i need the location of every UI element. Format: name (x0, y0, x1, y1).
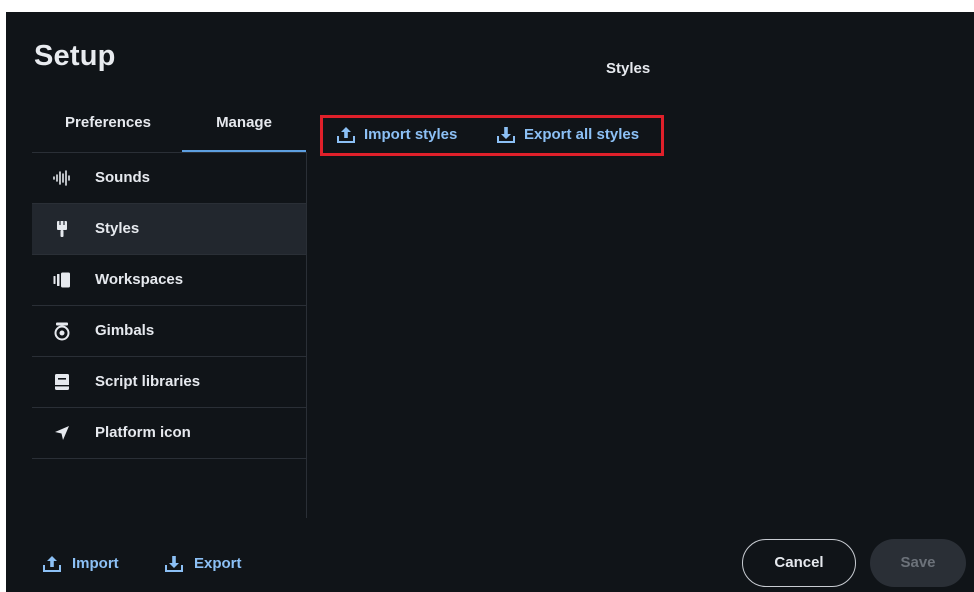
brush-icon (57, 221, 67, 237)
book-icon (55, 374, 69, 390)
sidebar-item-label: Platform icon (95, 424, 191, 441)
setup-dialog: Setup Styles Preferences Manage Sounds S… (6, 12, 974, 592)
sidebar: Sounds Styles Workspaces Gimbals Script … (32, 152, 307, 518)
import-styles-label: Import styles (364, 126, 458, 143)
sidebar-item-workspaces[interactable]: Workspaces (32, 255, 306, 306)
tab-manage[interactable]: Manage (182, 110, 306, 152)
sidebar-item-label: Gimbals (95, 322, 155, 339)
tab-bar: Preferences Manage (34, 110, 306, 152)
sidebar-item-label: Script libraries (95, 373, 201, 390)
section-title: Styles (606, 60, 651, 77)
sidebar-item-script-libraries[interactable]: Script libraries (32, 357, 306, 408)
export-all-styles-button[interactable]: Export all styles (496, 123, 656, 147)
download-icon (497, 127, 515, 143)
sidebar-item-label: Workspaces (95, 271, 184, 288)
save-button: Save (870, 539, 966, 587)
gimbal-icon (54, 322, 70, 341)
download-icon (165, 556, 183, 572)
cancel-button[interactable]: Cancel (742, 539, 856, 587)
sidebar-item-sounds[interactable]: Sounds (32, 153, 306, 204)
upload-icon (43, 556, 61, 572)
import-button[interactable]: Import (42, 552, 138, 576)
sidebar-item-platform-icon[interactable]: Platform icon (32, 408, 306, 459)
import-label: Import (72, 555, 119, 572)
workspaces-icon (53, 272, 70, 288)
export-button[interactable]: Export (164, 552, 260, 576)
tab-preferences[interactable]: Preferences (34, 110, 182, 150)
export-all-styles-label: Export all styles (524, 126, 640, 143)
sidebar-item-label: Styles (95, 220, 140, 237)
sidebar-item-gimbals[interactable]: Gimbals (32, 306, 306, 357)
waveform-icon (53, 170, 70, 186)
dialog-title: Setup (34, 40, 116, 72)
import-styles-button[interactable]: Import styles (336, 123, 474, 147)
sidebar-item-styles[interactable]: Styles (32, 204, 306, 255)
navigation-arrow-icon (55, 426, 69, 440)
upload-icon (337, 127, 355, 143)
export-label: Export (194, 555, 242, 572)
sidebar-item-label: Sounds (95, 169, 150, 186)
